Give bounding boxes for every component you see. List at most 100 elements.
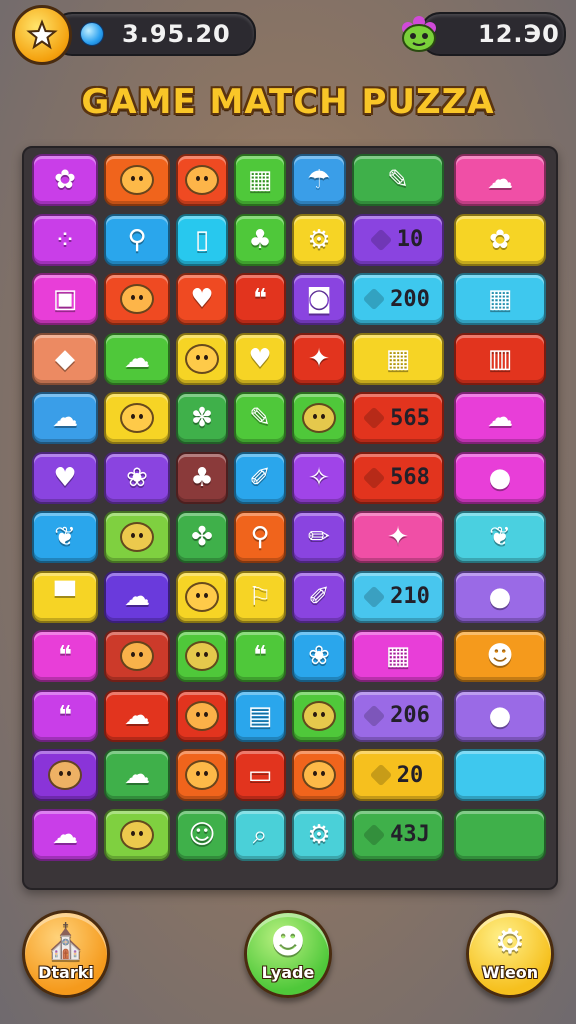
board-tile[interactable]: ❝: [32, 630, 98, 682]
board-tile[interactable]: ▦: [234, 154, 286, 206]
face-icon: [120, 284, 154, 314]
board-tile[interactable]: ✐: [234, 451, 286, 504]
board-tile[interactable]: ⚲: [234, 511, 286, 563]
board-tile[interactable]: ▣: [32, 273, 98, 325]
board-tile[interactable]: ☁: [454, 154, 546, 206]
board-tile[interactable]: ☺: [176, 808, 228, 861]
board-tile[interactable]: ☁: [104, 749, 170, 801]
bottom-center-button[interactable]: ☻ Lyade: [244, 910, 332, 998]
face-icon: [120, 819, 154, 850]
board-tile[interactable]: 4ЗЈ: [352, 808, 444, 861]
board-tile[interactable]: ❀: [104, 451, 170, 504]
board-tile[interactable]: ❦: [454, 511, 546, 563]
board-tile[interactable]: 568: [352, 451, 444, 504]
board-tile[interactable]: ☁: [104, 689, 170, 742]
board-tile[interactable]: [176, 154, 228, 206]
board-tile[interactable]: 565: [352, 392, 444, 444]
board-tile[interactable]: [176, 332, 228, 385]
board-tile[interactable]: [454, 808, 546, 861]
diamond-icon: [362, 287, 386, 311]
board-tile[interactable]: ☁: [104, 570, 170, 623]
bottom-left-label: Dtarki: [38, 963, 94, 982]
board-tile[interactable]: [104, 630, 170, 682]
board-tile[interactable]: [292, 749, 346, 801]
board-tile[interactable]: [454, 749, 546, 801]
board-tile[interactable]: ✦: [352, 511, 444, 563]
bottom-right-button[interactable]: ⚙ Wieon: [466, 910, 554, 998]
board-tile[interactable]: [32, 749, 98, 801]
board-tile[interactable]: ☻: [454, 630, 546, 682]
board-tile[interactable]: 200: [352, 273, 444, 325]
board-tile[interactable]: [176, 630, 228, 682]
board-tile[interactable]: ⁘: [32, 213, 98, 266]
heart-icon: ♥: [248, 343, 272, 374]
board-tile[interactable]: ♥: [234, 332, 286, 385]
board-tile[interactable]: ⚙: [292, 808, 346, 861]
board-tile[interactable]: ☁: [104, 332, 170, 385]
board-tile[interactable]: ♥: [32, 451, 98, 504]
board-tile[interactable]: ◆: [32, 332, 98, 385]
board-tile[interactable]: ✧: [292, 451, 346, 504]
chat-icon: ❝: [253, 641, 267, 671]
board-tile[interactable]: [104, 273, 170, 325]
board-tile[interactable]: [176, 749, 228, 801]
board-tile[interactable]: ▦: [352, 332, 444, 385]
board-tile[interactable]: ♥: [176, 273, 228, 325]
board-tile[interactable]: ⌕: [234, 808, 286, 861]
board-tile[interactable]: ▦: [454, 273, 546, 325]
board-tile[interactable]: ✿: [454, 213, 546, 266]
board-tile[interactable]: ❝: [234, 630, 286, 682]
board-tile[interactable]: [176, 689, 228, 742]
board-tile[interactable]: ✽: [176, 392, 228, 444]
board-tile[interactable]: ▥: [454, 332, 546, 385]
calendar-icon: ▦: [487, 284, 513, 314]
coin-count: 3.95.20: [122, 20, 231, 48]
board-tile[interactable]: 206: [352, 689, 444, 742]
board-tile[interactable]: [104, 511, 170, 563]
board-tile[interactable]: [104, 808, 170, 861]
board-tile[interactable]: ✤: [176, 511, 228, 563]
board-tile[interactable]: ❝: [234, 273, 286, 325]
board-tile[interactable]: ☁: [32, 392, 98, 444]
cloud-icon: ☁: [52, 819, 78, 850]
board-tile[interactable]: 210: [352, 570, 444, 623]
board-tile[interactable]: ❀: [292, 630, 346, 682]
board-tile[interactable]: ▯: [176, 213, 228, 266]
board-tile[interactable]: [104, 392, 170, 444]
star-button[interactable]: [12, 5, 72, 65]
board-tile[interactable]: ✎: [352, 154, 444, 206]
board-tile[interactable]: ▤: [234, 689, 286, 742]
board-tile[interactable]: [292, 689, 346, 742]
flower-icon: ✽: [191, 403, 213, 433]
board-tile[interactable]: [292, 392, 346, 444]
diamond-icon: [362, 823, 386, 846]
face-icon: [302, 403, 336, 433]
board-tile[interactable]: ✏: [292, 511, 346, 563]
board-tile[interactable]: ♣: [176, 451, 228, 504]
board-tile[interactable]: ✿: [32, 154, 98, 206]
board-tile[interactable]: ●: [454, 689, 546, 742]
bottom-left-button[interactable]: ⛪ Dtarki: [22, 910, 110, 998]
board-tile[interactable]: [176, 570, 228, 623]
board-tile[interactable]: ▦: [352, 630, 444, 682]
board-tile[interactable]: ⚲: [104, 213, 170, 266]
board-tile[interactable]: ❦: [32, 511, 98, 563]
board-tile[interactable]: ●: [454, 570, 546, 623]
board-tile[interactable]: [104, 154, 170, 206]
board-tile[interactable]: ▀: [32, 570, 98, 623]
board-tile[interactable]: ☁: [32, 808, 98, 861]
board-tile[interactable]: ⚐: [234, 570, 286, 623]
board-tile[interactable]: ✐: [292, 570, 346, 623]
board-tile[interactable]: ◙: [292, 273, 346, 325]
board-tile[interactable]: 10: [352, 213, 444, 266]
board-tile[interactable]: ⚙: [292, 213, 346, 266]
board-tile[interactable]: ▭: [234, 749, 286, 801]
board-tile[interactable]: ☁: [454, 392, 546, 444]
board-tile[interactable]: ☂: [292, 154, 346, 206]
board-tile[interactable]: ✦: [292, 332, 346, 385]
board-tile[interactable]: 20: [352, 749, 444, 801]
board-tile[interactable]: ✎: [234, 392, 286, 444]
board-tile[interactable]: ❝: [32, 689, 98, 742]
board-tile[interactable]: ●: [454, 451, 546, 504]
board-tile[interactable]: ♣: [234, 213, 286, 266]
